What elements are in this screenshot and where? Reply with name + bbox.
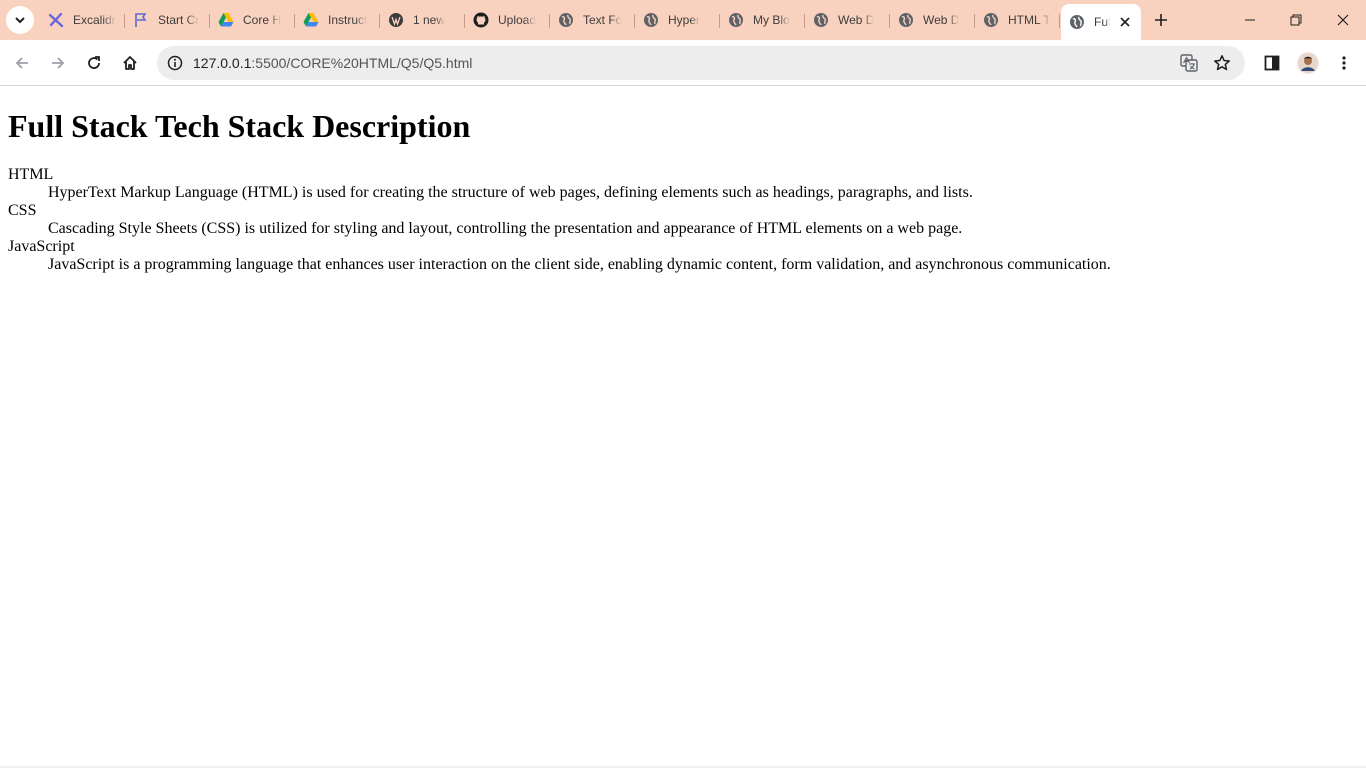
page-content: Full Stack Tech Stack Description HTML H…: [0, 87, 1366, 768]
url-host: 127.0.0.1: [193, 55, 252, 71]
close-tab-icon[interactable]: [1117, 14, 1133, 30]
tab-wordpress[interactable]: 1 new: [380, 6, 465, 34]
tab-title: HTML T: [1008, 13, 1051, 27]
term-css: CSS: [8, 202, 37, 219]
side-panel-icon: [1264, 55, 1280, 71]
globe-icon: [558, 12, 574, 28]
bookmark-star-icon[interactable]: [1211, 53, 1233, 73]
tab-github[interactable]: Upload: [465, 6, 550, 34]
globe-icon: [643, 12, 659, 28]
tab-active[interactable]: Ful: [1061, 4, 1141, 40]
profile-button[interactable]: [1294, 49, 1322, 77]
tab-title: Ful: [1094, 15, 1110, 29]
tab-html-t[interactable]: HTML T: [975, 6, 1060, 34]
flag-icon: [133, 12, 149, 28]
tab-title: Web D: [923, 13, 960, 27]
github-icon: [473, 12, 489, 28]
tab-search-button[interactable]: [6, 6, 34, 34]
description-javascript: JavaScript is a programming language tha…: [48, 256, 1111, 273]
new-tab-button[interactable]: [1149, 8, 1173, 32]
tab-my-blog[interactable]: My Blo: [720, 6, 805, 34]
plus-icon: [1155, 14, 1167, 26]
tab-title: Text Fo: [583, 13, 623, 27]
browser-toolbar: 127.0.0.1:5500/CORE%20HTML/Q5/Q5.html: [0, 40, 1366, 86]
close-icon: [1337, 14, 1349, 26]
home-icon: [123, 56, 137, 70]
info-icon[interactable]: [165, 53, 185, 73]
globe-icon: [728, 12, 744, 28]
tab-title: Excalidr: [73, 13, 116, 27]
arrow-left-icon: [15, 57, 28, 69]
restore-button[interactable]: [1273, 0, 1319, 40]
wordpress-icon: [388, 12, 404, 28]
tab-excalidraw[interactable]: Excalidr: [40, 6, 125, 34]
tab-title: 1 new: [413, 13, 446, 27]
more-vertical-icon: [1342, 56, 1346, 70]
tab-strip: Excalidr Start Cr Core H Instruct 1 new …: [0, 0, 1366, 40]
tab-core-h[interactable]: Core H: [210, 6, 295, 34]
translate-icon[interactable]: [1178, 53, 1200, 73]
tab-web-d-1[interactable]: Web D: [805, 6, 890, 34]
restore-icon: [1290, 14, 1302, 26]
globe-icon: [983, 12, 999, 28]
description-css: Cascading Style Sheets (CSS) is utilized…: [48, 220, 963, 237]
tab-title: Hyper: [668, 13, 701, 27]
tab-title: Upload: [498, 13, 537, 27]
close-window-button[interactable]: [1320, 0, 1366, 40]
globe-icon: [898, 12, 914, 28]
minimize-icon: [1245, 19, 1255, 21]
avatar: [1297, 52, 1319, 74]
description-html: HyperText Markup Language (HTML) is used…: [48, 184, 973, 201]
globe-icon: [1069, 14, 1085, 30]
term-html: HTML: [8, 166, 54, 183]
home-button[interactable]: [116, 49, 144, 77]
tab-text-fo[interactable]: Text Fo: [550, 6, 635, 34]
tab-title: Instruct: [328, 13, 368, 27]
side-panel-button[interactable]: [1258, 49, 1286, 77]
tab-instruct[interactable]: Instruct: [295, 6, 380, 34]
tab-hyper[interactable]: Hyper: [635, 6, 720, 34]
back-button[interactable]: [8, 49, 36, 77]
tab-title: Start Cr: [158, 13, 200, 27]
definition-list: HTML HyperText Markup Language (HTML) is…: [8, 166, 1348, 274]
excalidraw-icon: [48, 12, 64, 28]
google-drive-icon: [218, 12, 234, 28]
tab-start[interactable]: Start Cr: [125, 6, 210, 34]
tab-title: Core H: [243, 13, 282, 27]
term-javascript: JavaScript: [8, 238, 75, 255]
address-bar[interactable]: 127.0.0.1:5500/CORE%20HTML/Q5/Q5.html: [157, 46, 1245, 80]
tab-title: Web D: [838, 13, 875, 27]
tab-title: My Blo: [753, 13, 790, 27]
url-path: :5500/CORE%20HTML/Q5/Q5.html: [251, 55, 473, 71]
minimize-button[interactable]: [1227, 0, 1273, 40]
reload-button[interactable]: [80, 49, 108, 77]
page-title: Full Stack Tech Stack Description: [8, 108, 471, 144]
forward-button[interactable]: [44, 49, 72, 77]
menu-button[interactable]: [1330, 49, 1358, 77]
globe-icon: [813, 12, 829, 28]
tab-web-d-2[interactable]: Web D: [890, 6, 975, 34]
arrow-right-icon: [52, 57, 65, 69]
google-drive-icon: [303, 12, 319, 28]
url-text[interactable]: 127.0.0.1:5500/CORE%20HTML/Q5/Q5.html: [193, 55, 472, 71]
reload-icon: [88, 56, 100, 69]
chevron-down-icon: [15, 17, 25, 24]
